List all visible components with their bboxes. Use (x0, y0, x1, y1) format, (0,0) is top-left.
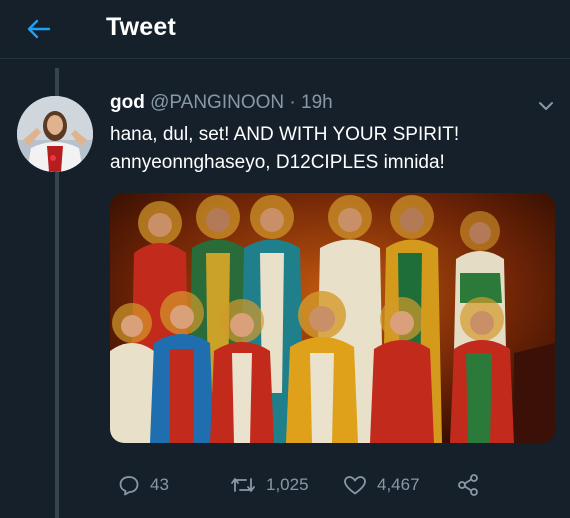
tweet-text-line-2: annyeonnghaseyo, D12CIPLES imnida! (110, 152, 445, 173)
tweet-text: hana, dul, set! AND WITH YOUR SPIRIT! an… (110, 121, 459, 177)
retweet-count: 1,025 (266, 475, 309, 494)
page-title: Tweet (106, 13, 176, 41)
author-line: god @PANGINOON · 19h (110, 92, 333, 114)
reply-count: 43 (150, 475, 169, 494)
retweet-icon (231, 478, 255, 492)
share-button[interactable] (456, 470, 490, 500)
heart-icon (344, 476, 366, 495)
author-name[interactable]: god (110, 92, 145, 113)
separator-dot: · (289, 92, 296, 113)
tweet-time[interactable]: 19h (301, 92, 333, 113)
reply-button[interactable]: 43 (118, 470, 169, 500)
share-icon (458, 474, 478, 496)
like-count: 4,467 (377, 475, 420, 494)
author-handle[interactable]: @PANGINOON (150, 92, 284, 113)
back-arrow-icon[interactable] (26, 16, 52, 42)
tweet-media-image[interactable] (110, 193, 555, 443)
avatar[interactable] (17, 96, 93, 172)
chevron-down-icon[interactable] (536, 96, 556, 116)
top-bar: Tweet (0, 0, 570, 59)
retweet-button[interactable]: 1,025 (230, 470, 309, 500)
reply-icon (119, 476, 139, 496)
like-button[interactable]: 4,467 (343, 470, 420, 500)
tweet-actions: 43 1,025 4,467 (110, 470, 555, 500)
tweet-text-line-1: hana, dul, set! AND WITH YOUR SPIRIT! (110, 124, 460, 145)
